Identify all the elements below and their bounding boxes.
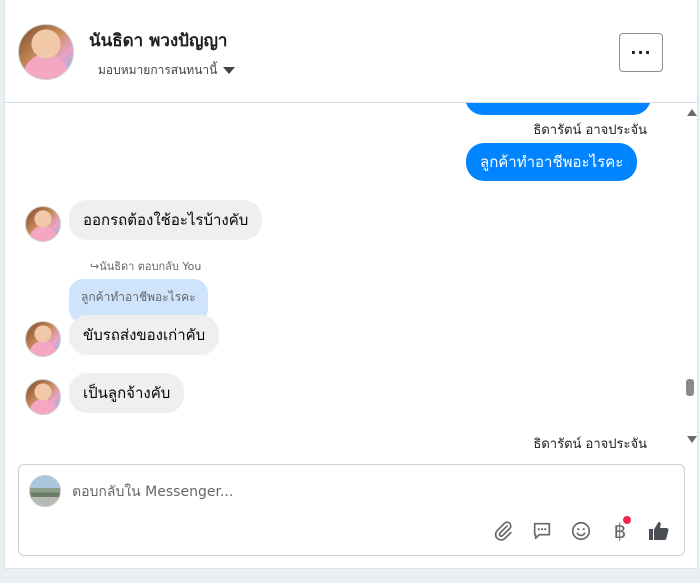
scroll-up-arrow-icon[interactable] [687, 109, 697, 116]
payment-button[interactable]: ฿ [606, 516, 634, 545]
emoji-smile-icon [571, 521, 591, 541]
emoji-button[interactable] [567, 517, 595, 545]
notification-dot [623, 516, 631, 524]
contact-avatar-small [25, 206, 61, 242]
conversation-header: นันธิดา พวงปัญญา มอบหมายการสนทนานี้ ··· [5, 0, 697, 103]
sender-name: ธิดารัตน์ อาจประจัน [533, 437, 647, 452]
caret-down-icon [223, 67, 236, 74]
outgoing-message-bubble[interactable]: ลูกค้าทำอาชีพอะไรคะ [466, 143, 638, 181]
saved-replies-button[interactable] [528, 517, 556, 545]
assign-conversation-label: มอบหมายการสนทนานี้ [98, 63, 218, 77]
reply-reference-text: นันธิดา ตอบกลับ You [99, 260, 202, 273]
paperclip-icon [494, 521, 512, 541]
thread-scrollbar[interactable] [684, 103, 697, 448]
contact-avatar-small [25, 321, 61, 357]
incoming-message-bubble[interactable]: ออกรถต้องใช้อะไรบ้างคับ [69, 200, 263, 240]
conversation-window: นันธิดา พวงปัญญา มอบหมายการสนทนานี้ ··· … [4, 0, 698, 569]
message-composer: ฿ [18, 464, 685, 556]
incoming-message-bubble[interactable]: เป็นลูกจ้างคับ [69, 373, 185, 413]
attachment-button[interactable] [489, 517, 517, 545]
thumbs-up-icon [649, 522, 669, 540]
assign-conversation-dropdown[interactable]: มอบหมายการสนทนานี้ [98, 61, 236, 80]
chat-bubble-icon [533, 522, 551, 540]
reply-reference: ↪นันธิดา ตอบกลับ You [90, 257, 201, 275]
contact-avatar-small [25, 379, 61, 415]
scroll-down-arrow-icon[interactable] [687, 436, 697, 443]
contact-name[interactable]: นันธิดา พวงปัญญา [89, 27, 227, 54]
reply-arrow-icon: ↪ [90, 260, 100, 273]
page-avatar [29, 475, 61, 507]
incoming-message-bubble[interactable]: ขับรถส่งของเก่าคับ [69, 315, 220, 355]
like-button[interactable] [645, 517, 673, 545]
contact-avatar[interactable] [18, 24, 74, 80]
message-bubble-partial [465, 103, 651, 115]
reply-input[interactable] [72, 481, 632, 503]
sender-name: ธิดารัตน์ อาจประจัน [533, 123, 647, 138]
scroll-thumb[interactable] [686, 379, 694, 396]
message-thread[interactable]: ธิดารัตน์ อาจประจัน ลูกค้าทำอาชีพอะไรคะ … [5, 103, 697, 453]
more-options-button[interactable]: ··· [619, 33, 663, 72]
composer-toolbar: ฿ [489, 516, 684, 545]
